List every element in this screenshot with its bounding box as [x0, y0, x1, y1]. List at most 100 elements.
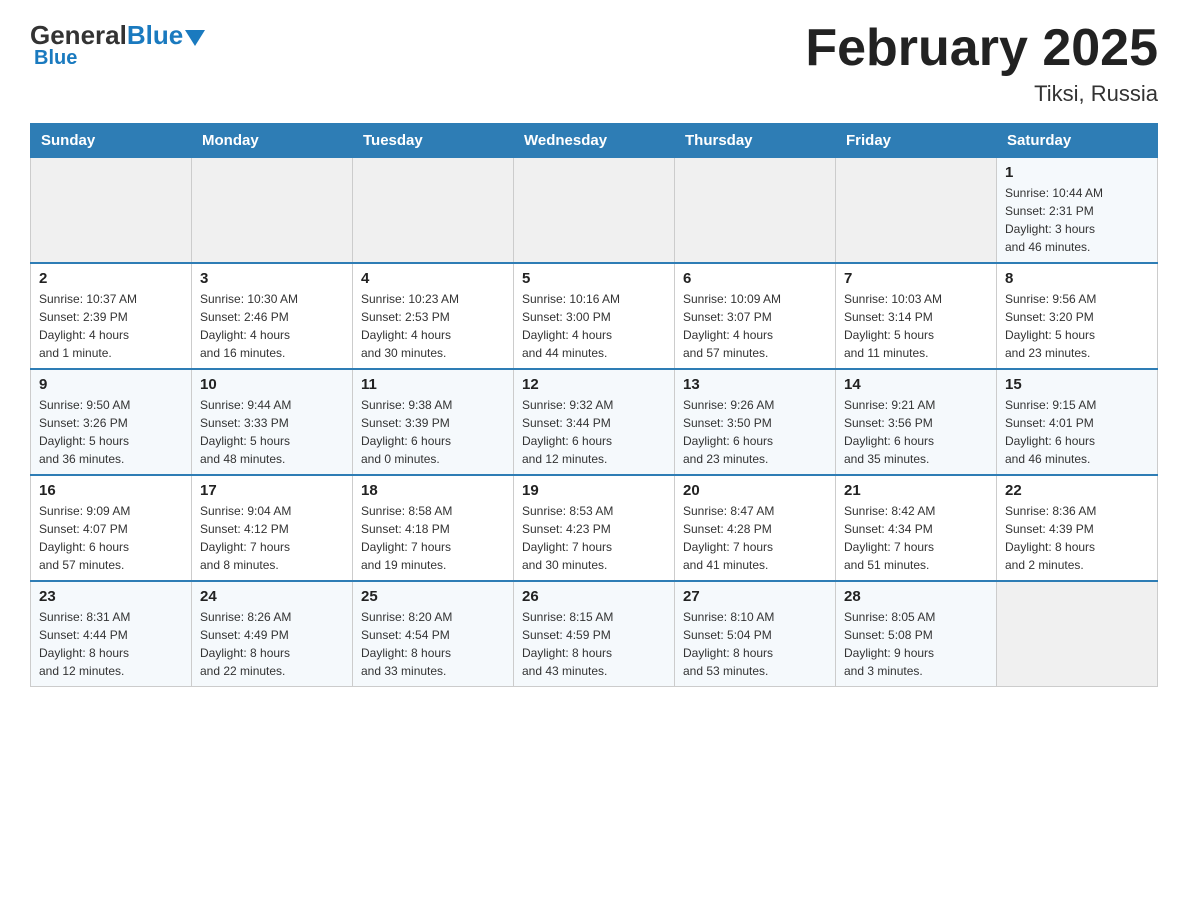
day-number: 16	[39, 482, 183, 499]
calendar-cell: 8 Sunrise: 9:56 AM Sunset: 3:20 PM Daylig…	[997, 263, 1158, 369]
calendar-cell: 24 Sunrise: 8:26 AM Sunset: 4:49 PM Dayli…	[192, 581, 353, 687]
day-number: 9	[39, 376, 183, 393]
day-info: Sunrise: 9:50 AM Sunset: 3:26 PM Dayligh…	[39, 398, 130, 466]
calendar-cell: 17Sunrise: 9:04 AM Sunset: 4:12 PM Dayli…	[192, 475, 353, 581]
day-number: 10	[200, 376, 344, 393]
calendar-cell	[353, 158, 514, 264]
day-info: Sunrise: 9:15 AM Sunset: 4:01 PM Dayligh…	[1005, 398, 1096, 466]
calendar-week-row: 9 Sunrise: 9:50 AM Sunset: 3:26 PM Daylig…	[31, 369, 1158, 475]
day-info: Sunrise: 8:15 AM Sunset: 4:59 PM Dayligh…	[522, 610, 613, 678]
calendar-week-row: 23 Sunrise: 8:31 AM Sunset: 4:44 PM Dayli…	[31, 581, 1158, 687]
calendar-cell: 6Sunrise: 10:09 AM Sunset: 3:07 PM Dayli…	[675, 263, 836, 369]
weekday-header-wednesday: Wednesday	[514, 124, 675, 158]
calendar-cell: 15 Sunrise: 9:15 AM Sunset: 4:01 PM Dayli…	[997, 369, 1158, 475]
day-number: 24	[200, 588, 344, 605]
calendar-week-row: 16 Sunrise: 9:09 AM Sunset: 4:07 PM Dayli…	[31, 475, 1158, 581]
day-info: Sunrise: 8:42 AM Sunset: 4:34 PM Dayligh…	[844, 504, 935, 572]
day-number: 23	[39, 588, 183, 605]
day-number: 1	[1005, 164, 1149, 181]
calendar-cell: 23 Sunrise: 8:31 AM Sunset: 4:44 PM Dayli…	[31, 581, 192, 687]
day-number: 8	[1005, 270, 1149, 287]
day-info: Sunrise: 10:16 AM Sunset: 3:00 PM Daylig…	[522, 292, 620, 360]
page-header: GeneralBlue Blue February 2025 Tiksi, Ru…	[30, 20, 1158, 107]
calendar-cell: 9 Sunrise: 9:50 AM Sunset: 3:26 PM Daylig…	[31, 369, 192, 475]
calendar-cell: 10Sunrise: 9:44 AM Sunset: 3:33 PM Dayli…	[192, 369, 353, 475]
day-number: 12	[522, 376, 666, 393]
calendar-cell: 5Sunrise: 10:16 AM Sunset: 3:00 PM Dayli…	[514, 263, 675, 369]
weekday-header-saturday: Saturday	[997, 124, 1158, 158]
day-info: Sunrise: 8:26 AM Sunset: 4:49 PM Dayligh…	[200, 610, 291, 678]
weekday-header-thursday: Thursday	[675, 124, 836, 158]
location: Tiksi, Russia	[805, 81, 1158, 107]
logo-underline: Blue	[30, 47, 77, 70]
day-info: Sunrise: 8:47 AM Sunset: 4:28 PM Dayligh…	[683, 504, 774, 572]
day-info: Sunrise: 9:09 AM Sunset: 4:07 PM Dayligh…	[39, 504, 130, 572]
calendar-cell: 2 Sunrise: 10:37 AM Sunset: 2:39 PM Dayli…	[31, 263, 192, 369]
weekday-header-sunday: Sunday	[31, 124, 192, 158]
day-info: Sunrise: 8:20 AM Sunset: 4:54 PM Dayligh…	[361, 610, 452, 678]
calendar-cell: 21 Sunrise: 8:42 AM Sunset: 4:34 PM Dayli…	[836, 475, 997, 581]
day-info: Sunrise: 10:23 AM Sunset: 2:53 PM Daylig…	[361, 292, 459, 360]
day-info: Sunrise: 9:32 AM Sunset: 3:44 PM Dayligh…	[522, 398, 613, 466]
day-number: 4	[361, 270, 505, 287]
day-info: Sunrise: 8:36 AM Sunset: 4:39 PM Dayligh…	[1005, 504, 1096, 572]
calendar-cell: 20 Sunrise: 8:47 AM Sunset: 4:28 PM Dayli…	[675, 475, 836, 581]
calendar-cell: 14 Sunrise: 9:21 AM Sunset: 3:56 PM Dayli…	[836, 369, 997, 475]
day-info: Sunrise: 8:58 AM Sunset: 4:18 PM Dayligh…	[361, 504, 452, 572]
day-number: 18	[361, 482, 505, 499]
day-number: 22	[1005, 482, 1149, 499]
day-info: Sunrise: 9:38 AM Sunset: 3:39 PM Dayligh…	[361, 398, 452, 466]
day-number: 19	[522, 482, 666, 499]
logo-blue-text: Blue	[127, 20, 183, 51]
calendar-cell: 18 Sunrise: 8:58 AM Sunset: 4:18 PM Dayli…	[353, 475, 514, 581]
day-info: Sunrise: 10:30 AM Sunset: 2:46 PM Daylig…	[200, 292, 298, 360]
calendar-cell	[514, 158, 675, 264]
title-block: February 2025 Tiksi, Russia	[805, 20, 1158, 107]
day-number: 3	[200, 270, 344, 287]
calendar-cell: 7 Sunrise: 10:03 AM Sunset: 3:14 PM Dayli…	[836, 263, 997, 369]
day-number: 20	[683, 482, 827, 499]
day-info: Sunrise: 10:09 AM Sunset: 3:07 PM Daylig…	[683, 292, 781, 360]
calendar-cell: 25Sunrise: 8:20 AM Sunset: 4:54 PM Dayli…	[353, 581, 514, 687]
calendar-cell	[836, 158, 997, 264]
day-number: 21	[844, 482, 988, 499]
calendar-cell: 19 Sunrise: 8:53 AM Sunset: 4:23 PM Dayli…	[514, 475, 675, 581]
day-info: Sunrise: 9:26 AM Sunset: 3:50 PM Dayligh…	[683, 398, 774, 466]
day-number: 27	[683, 588, 827, 605]
day-number: 26	[522, 588, 666, 605]
calendar-cell: 27 Sunrise: 8:10 AM Sunset: 5:04 PM Dayli…	[675, 581, 836, 687]
day-number: 14	[844, 376, 988, 393]
day-info: Sunrise: 9:04 AM Sunset: 4:12 PM Dayligh…	[200, 504, 291, 572]
weekday-header-friday: Friday	[836, 124, 997, 158]
day-info: Sunrise: 10:03 AM Sunset: 3:14 PM Daylig…	[844, 292, 942, 360]
day-number: 15	[1005, 376, 1149, 393]
calendar-cell	[31, 158, 192, 264]
calendar-cell: 4 Sunrise: 10:23 AM Sunset: 2:53 PM Dayli…	[353, 263, 514, 369]
calendar-cell	[192, 158, 353, 264]
weekday-header-monday: Monday	[192, 124, 353, 158]
day-info: Sunrise: 10:37 AM Sunset: 2:39 PM Daylig…	[39, 292, 137, 360]
day-number: 2	[39, 270, 183, 287]
day-info: Sunrise: 8:31 AM Sunset: 4:44 PM Dayligh…	[39, 610, 130, 678]
day-info: Sunrise: 8:05 AM Sunset: 5:08 PM Dayligh…	[844, 610, 935, 678]
day-info: Sunrise: 8:53 AM Sunset: 4:23 PM Dayligh…	[522, 504, 613, 572]
calendar-cell	[997, 581, 1158, 687]
calendar-cell	[675, 158, 836, 264]
calendar-cell: 16 Sunrise: 9:09 AM Sunset: 4:07 PM Dayli…	[31, 475, 192, 581]
day-info: Sunrise: 8:10 AM Sunset: 5:04 PM Dayligh…	[683, 610, 774, 678]
day-info: Sunrise: 9:56 AM Sunset: 3:20 PM Dayligh…	[1005, 292, 1096, 360]
logo-triangle-icon	[185, 30, 205, 46]
calendar-table: SundayMondayTuesdayWednesdayThursdayFrid…	[30, 123, 1158, 687]
weekday-header-tuesday: Tuesday	[353, 124, 514, 158]
calendar-week-row: 1Sunrise: 10:44 AM Sunset: 2:31 PM Dayli…	[31, 158, 1158, 264]
calendar-week-row: 2 Sunrise: 10:37 AM Sunset: 2:39 PM Dayli…	[31, 263, 1158, 369]
calendar-cell: 1Sunrise: 10:44 AM Sunset: 2:31 PM Dayli…	[997, 158, 1158, 264]
day-info: Sunrise: 9:21 AM Sunset: 3:56 PM Dayligh…	[844, 398, 935, 466]
day-number: 13	[683, 376, 827, 393]
day-number: 7	[844, 270, 988, 287]
month-title: February 2025	[805, 20, 1158, 77]
weekday-header-row: SundayMondayTuesdayWednesdayThursdayFrid…	[31, 124, 1158, 158]
calendar-cell: 12 Sunrise: 9:32 AM Sunset: 3:44 PM Dayli…	[514, 369, 675, 475]
calendar-cell: 28 Sunrise: 8:05 AM Sunset: 5:08 PM Dayli…	[836, 581, 997, 687]
day-number: 28	[844, 588, 988, 605]
